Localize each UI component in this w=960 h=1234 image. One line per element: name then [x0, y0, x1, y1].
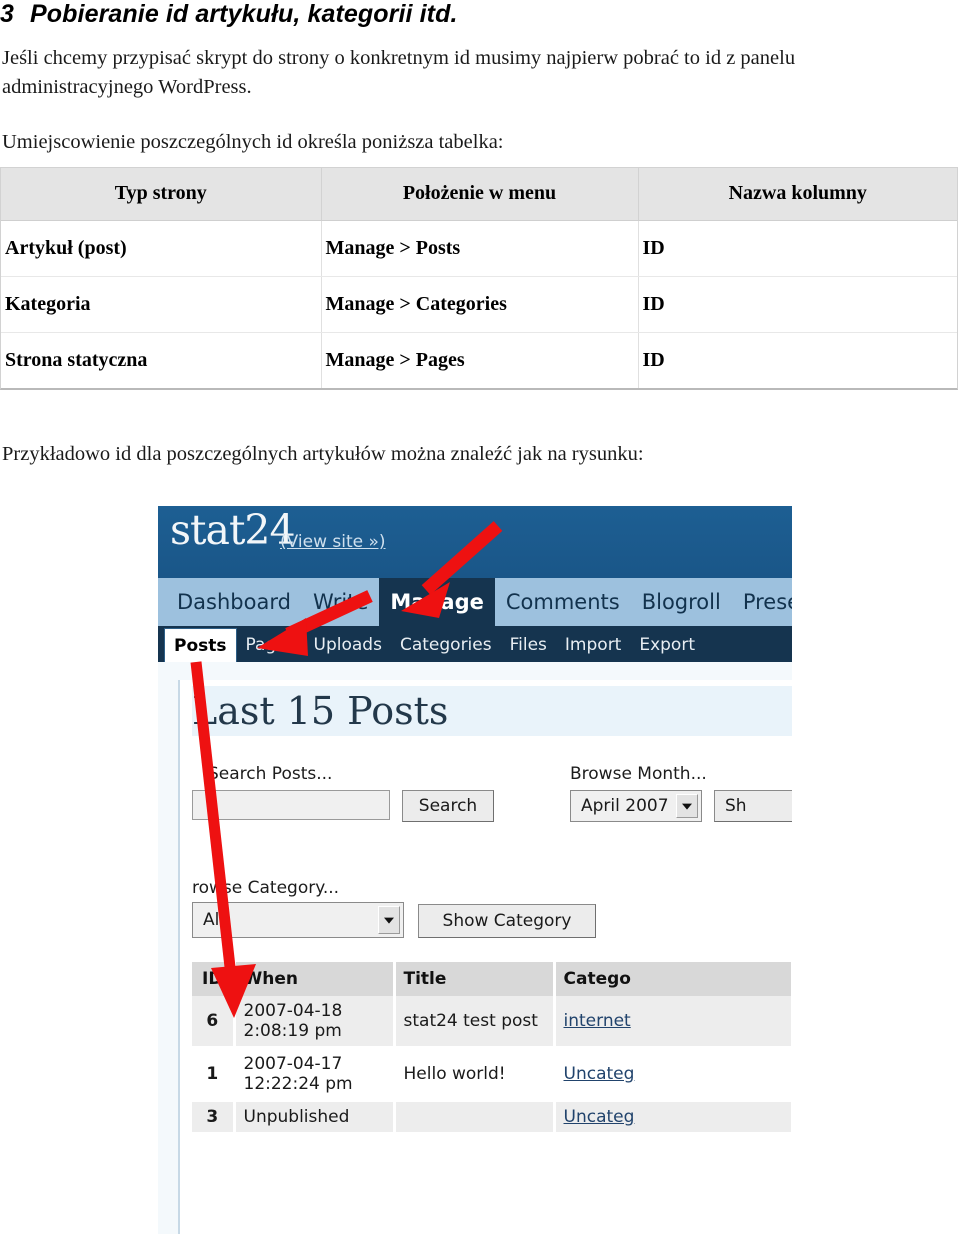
- example-lead-paragraph: Przykładowo id dla poszczególnych artyku…: [2, 443, 644, 465]
- browse-category-value: All: [203, 910, 225, 930]
- cell-type: Strona statyczna: [1, 332, 322, 388]
- post-when: Unpublished: [234, 1100, 396, 1135]
- wp-panel: Last 15 Posts Search Posts... Search Bro…: [178, 680, 792, 1234]
- cell-location: Manage > Pages: [321, 332, 639, 388]
- post-category: internet: [554, 996, 792, 1049]
- posts-table: ID When Title Catego 6 2007-04-18 2:08:1…: [192, 962, 792, 1135]
- subnav-item-files[interactable]: Files: [501, 628, 556, 662]
- post-category: Uncateg: [554, 1047, 792, 1102]
- subnav-item-uploads[interactable]: Uploads: [305, 628, 391, 662]
- post-id: 1: [192, 1047, 236, 1102]
- posts-col-title[interactable]: Title: [394, 962, 556, 996]
- post-when-date: 2007-04-18: [243, 1001, 343, 1021]
- nav-item-presentation[interactable]: Presen: [732, 578, 792, 626]
- column-header-type: Typ strony: [1, 168, 322, 221]
- heading-number: 3: [0, 0, 15, 28]
- posts-table-row: 6 2007-04-18 2:08:19 pm stat24 test post…: [192, 996, 792, 1049]
- post-category-link[interactable]: Uncateg: [564, 1064, 635, 1084]
- posts-table-row: 1 2007-04-17 12:22:24 pm Hello world! Un…: [192, 1047, 792, 1102]
- table-row: Kategoria Manage > Categories ID: [1, 276, 957, 333]
- posts-col-category[interactable]: Catego: [554, 962, 792, 996]
- nav-item-write[interactable]: Write: [302, 578, 379, 626]
- subnav-item-import[interactable]: Import: [556, 628, 630, 662]
- cell-type: Kategoria: [1, 276, 322, 333]
- heading-text: Pobieranie id artykułu, kategorii itd.: [30, 0, 458, 28]
- post-when-date: Unpublished: [243, 1107, 350, 1127]
- post-title: stat24 test post: [394, 996, 556, 1049]
- table-row: Artykuł (post) Manage > Posts ID: [1, 220, 957, 277]
- cell-location: Manage > Categories: [321, 276, 639, 333]
- post-when-time: 12:22:24 pm: [243, 1074, 353, 1094]
- search-posts-input[interactable]: [192, 790, 390, 820]
- wp-secondary-nav: Posts Pages Uploads Categories Files Imp…: [158, 626, 792, 662]
- subnav-item-pages[interactable]: Pages: [237, 628, 305, 662]
- posts-col-when[interactable]: When: [234, 962, 396, 996]
- view-site-link-text: (View site »): [280, 532, 386, 552]
- chevron-down-icon: [378, 906, 400, 934]
- posts-col-id[interactable]: ID: [192, 962, 236, 996]
- panel-title: Last 15 Posts: [192, 686, 792, 736]
- browse-month-select[interactable]: April 2007: [570, 790, 702, 822]
- subnav-item-posts[interactable]: Posts: [164, 628, 237, 662]
- posts-table-row: 3 Unpublished Uncateg: [192, 1100, 792, 1135]
- browse-category-label: rowse Category...: [192, 878, 340, 898]
- search-posts-label: Search Posts...: [208, 764, 333, 784]
- show-month-button[interactable]: Sh: [714, 790, 792, 822]
- intro-paragraph: Jeśli chcemy przypisać skrypt do strony …: [2, 47, 796, 98]
- post-title: [394, 1100, 556, 1135]
- cell-column: ID: [638, 276, 957, 333]
- post-when-time: 2:08:19 pm: [243, 1021, 342, 1041]
- chevron-down-icon: [676, 794, 698, 818]
- subnav-item-export[interactable]: Export: [630, 628, 704, 662]
- post-when: 2007-04-17 12:22:24 pm: [234, 1047, 396, 1102]
- subnav-item-categories[interactable]: Categories: [391, 628, 501, 662]
- id-location-table: Typ strony Położenie w menu Nazwa kolumn…: [0, 167, 958, 390]
- cell-column: ID: [638, 332, 957, 388]
- nav-item-dashboard[interactable]: Dashboard: [166, 578, 302, 626]
- column-header-column: Nazwa kolumny: [638, 168, 957, 221]
- browse-month-label: Browse Month...: [570, 764, 707, 784]
- view-site-link[interactable]: (View site »): [280, 532, 386, 552]
- nav-item-blogroll[interactable]: Blogroll: [631, 578, 732, 626]
- stat24-logo: stat24: [170, 506, 296, 554]
- post-when: 2007-04-18 2:08:19 pm: [234, 996, 396, 1049]
- posts-header-row: ID When Title Catego: [192, 962, 792, 996]
- post-category-link[interactable]: internet: [564, 1011, 631, 1031]
- browse-month-value: April 2007: [581, 796, 669, 816]
- cell-location: Manage > Posts: [321, 220, 639, 277]
- nav-item-comments[interactable]: Comments: [495, 578, 631, 626]
- search-button[interactable]: Search: [402, 790, 494, 822]
- column-header-location: Położenie w menu: [321, 168, 639, 221]
- table-row: Strona statyczna Manage > Pages ID: [1, 332, 957, 388]
- post-category-link[interactable]: Uncateg: [564, 1107, 635, 1127]
- browse-category-select[interactable]: All: [192, 902, 404, 938]
- post-id: 3: [192, 1100, 236, 1135]
- wp-primary-nav: Dashboard Write Manage Comments Blogroll…: [158, 578, 792, 626]
- wordpress-admin-screenshot-figure: stat24 (View site ») Dashboard Write Man…: [158, 506, 792, 1234]
- wp-content-area: Last 15 Posts Search Posts... Search Bro…: [158, 662, 792, 1234]
- post-category: Uncateg: [554, 1100, 792, 1135]
- nav-item-manage[interactable]: Manage: [379, 578, 495, 626]
- show-category-button[interactable]: Show Category: [418, 904, 596, 938]
- post-title: Hello world!: [394, 1047, 556, 1102]
- cell-type: Artykuł (post): [1, 220, 322, 277]
- table-lead-paragraph: Umiejscowienie poszczególnych id określa…: [2, 131, 504, 153]
- post-when-date: 2007-04-17: [243, 1054, 343, 1074]
- cell-column: ID: [638, 220, 957, 277]
- page-title: 3 Pobieranie id artykułu, kategorii itd.: [0, 0, 960, 29]
- wp-header-bar: stat24 (View site »): [158, 506, 792, 578]
- table-header-row: Typ strony Położenie w menu Nazwa kolumn…: [1, 168, 957, 221]
- post-id: 6: [192, 996, 236, 1049]
